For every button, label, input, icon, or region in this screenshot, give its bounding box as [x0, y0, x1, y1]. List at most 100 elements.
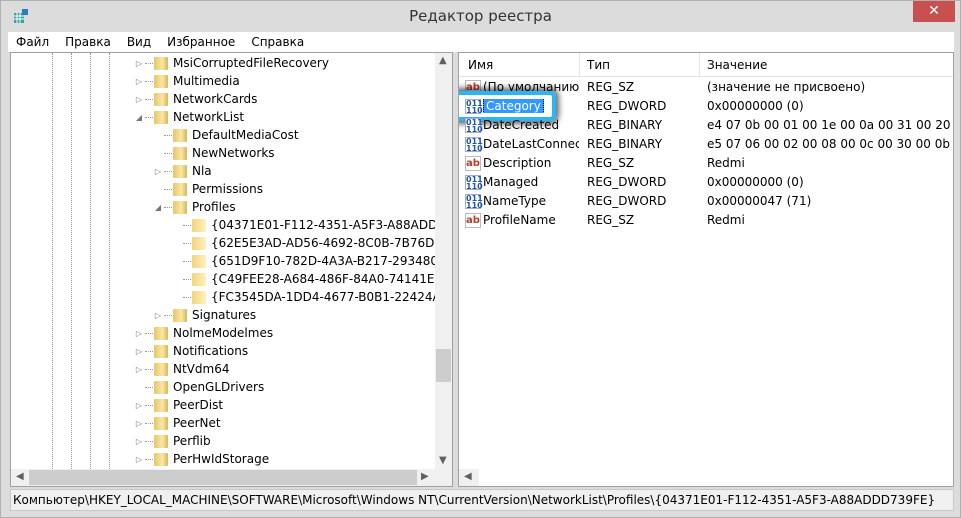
tree-item[interactable]: DefaultMediaCost [153, 126, 299, 144]
scroll-right-icon[interactable]: ▶ [421, 471, 429, 482]
value-row[interactable]: ab ProfileName REG_SZ Redmi [459, 211, 953, 230]
expand-arrow-icon[interactable]: ▷ [134, 347, 144, 356]
column-name[interactable]: Имя [468, 58, 493, 72]
folder-icon [154, 362, 168, 376]
value-data: (значение не присвоено) [707, 80, 866, 94]
collapse-arrow-icon[interactable]: ◢ [134, 113, 144, 122]
column-value[interactable]: Значение [707, 58, 767, 72]
tree-connector [145, 116, 153, 118]
menu-favorites[interactable]: Избранное [159, 32, 243, 52]
tree-item[interactable]: ▷ Perflib [134, 432, 211, 450]
tree-item[interactable]: {C49FEE28-A684-486F-84A0-74141E162A31} [172, 270, 452, 288]
tree-hscroll-thumb[interactable] [29, 470, 417, 485]
menu-bar: Файл Правка Вид Избранное Справка [8, 32, 954, 52]
tree-item[interactable]: ▷ PerHwIdStorage [134, 450, 269, 468]
value-row[interactable]: 011 110 DateCreated REG_BINARY e4 07 0b 00 0… [459, 116, 953, 135]
tree-connector [145, 62, 153, 64]
tree-guide [71, 53, 72, 469]
tree-connector [145, 440, 153, 442]
value-type: REG_DWORD [587, 99, 667, 113]
tree-item[interactable]: ◢ NetworkList [134, 108, 244, 126]
expand-arrow-icon[interactable]: ▷ [153, 167, 163, 176]
scroll-down-icon[interactable]: ▼ [439, 455, 447, 466]
tree-vertical-scrollbar[interactable]: ▲ ▼ [435, 53, 452, 469]
folder-icon [173, 146, 187, 160]
list-horizontal-scrollbar[interactable]: ◀ [459, 469, 479, 486]
expand-arrow-icon[interactable]: ▷ [134, 95, 144, 104]
tree-guide [109, 53, 110, 469]
value-name: ProfileName [483, 213, 556, 227]
collapse-arrow-icon[interactable]: ◢ [153, 203, 163, 212]
tree-horizontal-scrollbar[interactable]: ◀ ▶ [11, 469, 452, 486]
values-list[interactable]: Имя Тип Значение ab (По умолчанию) REG_SZ(… [458, 52, 954, 487]
tree-connector [164, 314, 172, 316]
tree-item[interactable]: {651D9F10-782D-4A3A-B217-293480859797} [172, 252, 452, 270]
tree-item[interactable]: {62E5E3AD-AD56-4692-8C0B-7B76D2D0E18 [172, 234, 452, 252]
value-row[interactable]: ab Description REG_SZ Redmi [459, 154, 953, 173]
value-name: NameType [483, 194, 546, 208]
tree-item[interactable]: {04371E01-F112-4351-A5F3-A88ADDD739FE} [172, 216, 452, 234]
tree-item[interactable]: OpenGLDrivers [134, 378, 264, 396]
folder-icon [154, 398, 168, 412]
value-row[interactable]: 011110DateLastConnec... REG_BINARY e5 07 0… [459, 135, 953, 154]
menu-file[interactable]: Файл [8, 32, 57, 52]
tree-item[interactable]: Permissions [153, 180, 263, 198]
tree-connector [164, 188, 172, 190]
tree-connector [164, 134, 172, 136]
tree-connector [164, 170, 172, 172]
binary-value-icon: 011 110 [465, 194, 483, 210]
scroll-left-icon[interactable]: ◀ [464, 471, 472, 482]
value-name: DateLastConnec... [483, 137, 579, 151]
tree-item[interactable]: ◢ Profiles [153, 198, 236, 216]
menu-help[interactable]: Справка [243, 32, 312, 52]
menu-view[interactable]: Вид [119, 32, 159, 52]
value-data: 0x00000000 (0) [707, 175, 804, 189]
tree-item[interactable]: ▷ NetworkCards [134, 90, 258, 108]
column-divider[interactable] [699, 53, 700, 77]
registry-tree[interactable]: ▷ MsiCorruptedFileRecovery ▷ Multimedia ▷ Net… [10, 52, 453, 487]
value-row[interactable]: 011 110 Managed REG_DWORD 0x00000000 (0) [459, 173, 953, 192]
tree-item-label: NtVdm64 [173, 362, 230, 376]
folder-icon [154, 92, 168, 106]
expand-arrow-icon[interactable]: ▷ [134, 59, 144, 68]
tree-item[interactable]: ▷ Multimedia [134, 72, 240, 90]
folder-icon [154, 344, 168, 358]
scroll-left-icon[interactable]: ◀ [16, 471, 24, 482]
tree-item[interactable]: ▷ Nla [153, 162, 212, 180]
tree-item-label: {FC3545DA-1DD4-4677-B0B1-22424A3D83C [211, 290, 452, 304]
expand-arrow-icon[interactable]: ▷ [153, 311, 163, 320]
tree-item[interactable]: ▷ Notifications [134, 342, 248, 360]
tree-item[interactable]: ▷ MsiCorruptedFileRecovery [134, 54, 329, 72]
tree-connector [164, 206, 172, 208]
expand-arrow-icon[interactable]: ▷ [134, 437, 144, 446]
tree-item-label: DefaultMediaCost [192, 128, 299, 142]
column-type[interactable]: Тип [587, 58, 610, 72]
column-divider[interactable] [579, 53, 580, 77]
scroll-up-icon[interactable]: ▲ [439, 55, 447, 66]
expand-arrow-icon[interactable]: ▷ [134, 77, 144, 86]
expand-arrow-icon[interactable]: ▷ [134, 419, 144, 428]
tree-item[interactable]: ▷ NtVdm64 [134, 360, 230, 378]
close-button[interactable]: ✕ [913, 1, 955, 22]
menu-edit[interactable]: Правка [57, 32, 119, 52]
expand-arrow-icon[interactable]: ▷ [134, 365, 144, 374]
regedit-window: Редактор реестра ✕ Файл Правка Вид Избра… [0, 0, 961, 518]
tree-item-label: PeerDist [173, 398, 224, 412]
binary-value-icon: 011 110 [465, 118, 483, 134]
tree-item[interactable]: ▷ PeerNet [134, 414, 221, 432]
value-row[interactable]: 011 110 NameType REG_DWORD 0x00000047 (71) [459, 192, 953, 211]
tree-item[interactable]: {FC3545DA-1DD4-4677-B0B1-22424A3D83C [172, 288, 452, 306]
value-data: Redmi [707, 156, 745, 170]
tree-item[interactable]: NewNetworks [153, 144, 275, 162]
expand-arrow-icon[interactable]: ▷ [134, 329, 144, 338]
tree-item-label: Perflib [173, 434, 211, 448]
tree-item[interactable]: ▷ NolmeModelmes [134, 324, 273, 342]
value-row[interactable]: 011 110 Category REG_DWORD 0x00000000 (0) [459, 91, 953, 121]
tree-item[interactable]: ▷ Signatures [153, 306, 256, 324]
tree-item[interactable]: ▷ PeerDist [134, 396, 223, 414]
expand-arrow-icon[interactable]: ▷ [134, 401, 144, 410]
tree-item-label: NetworkList [173, 110, 245, 124]
value-type: REG_DWORD [587, 194, 667, 208]
tree-scroll-thumb[interactable] [436, 349, 451, 382]
expand-arrow-icon[interactable]: ▷ [134, 455, 144, 464]
